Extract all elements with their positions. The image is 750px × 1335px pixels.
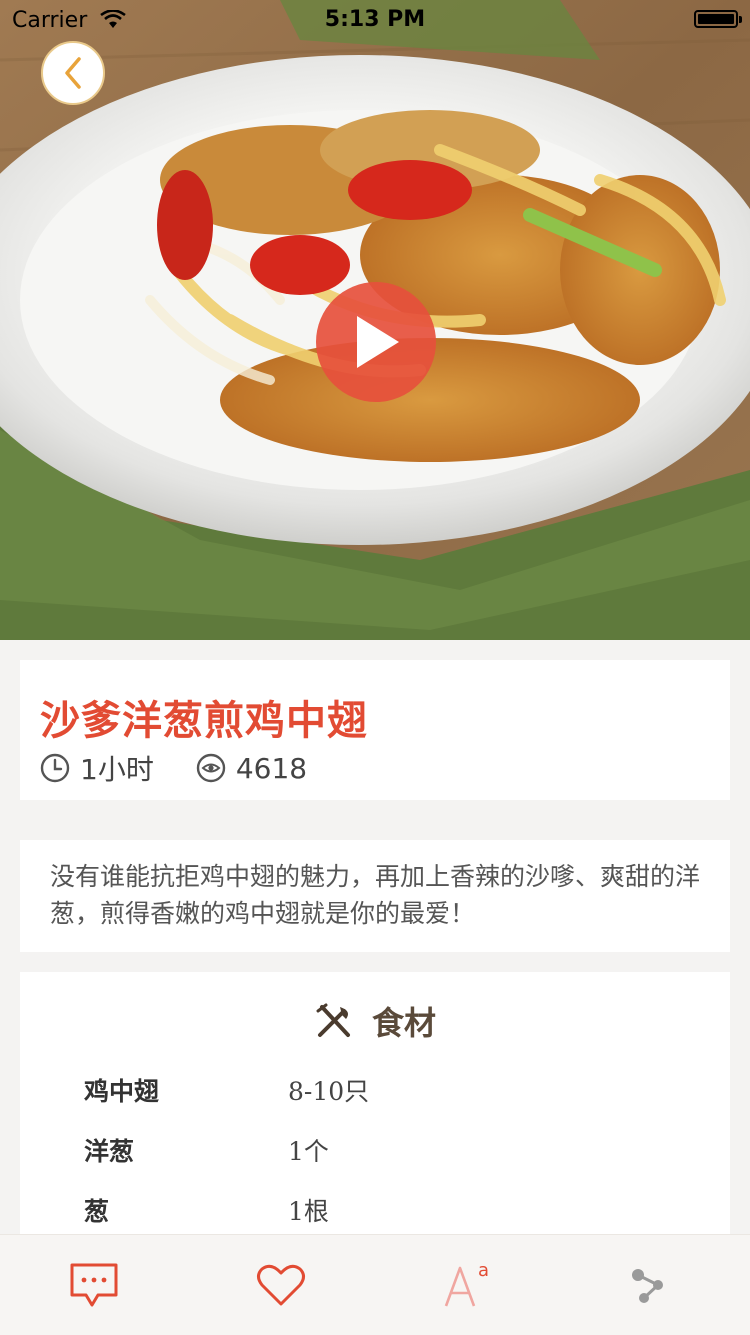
font-size-icon: a xyxy=(444,1260,489,1307)
clock-icon xyxy=(40,753,70,783)
recipe-description: 没有谁能抗拒鸡中翅的魅力，再加上香辣的沙嗲、爽甜的洋葱，煎得香嫩的鸡中翅就是你的… xyxy=(50,862,701,928)
battery-icon xyxy=(694,10,742,28)
ingredient-amount: 8-10只 xyxy=(288,1077,370,1106)
comment-icon xyxy=(70,1263,118,1307)
font-size-button[interactable]: a xyxy=(440,1257,496,1313)
view-count: 4618 xyxy=(196,752,307,785)
comment-button[interactable] xyxy=(66,1257,122,1313)
play-video-button[interactable] xyxy=(316,282,436,402)
ingredient-amount: 1个 xyxy=(288,1137,329,1166)
bottom-toolbar: a xyxy=(0,1234,750,1335)
ingredient-name: 葱 xyxy=(84,1197,110,1226)
ingredient-name: 洋葱 xyxy=(84,1137,135,1166)
recipe-meta: 1小时 4618 xyxy=(40,748,349,788)
recipe-description-card: 没有谁能抗拒鸡中翅的魅力，再加上香辣的沙嗲、爽甜的洋葱，煎得香嫩的鸡中翅就是你的… xyxy=(20,840,730,952)
play-icon xyxy=(357,316,399,368)
back-button[interactable] xyxy=(41,41,105,105)
recipe-summary-card: 沙爹洋葱煎鸡中翅 1小时 4618 xyxy=(20,660,730,800)
view-count-value: 4618 xyxy=(235,751,308,785)
share-button[interactable] xyxy=(620,1257,676,1313)
ingredient-name: 鸡中翅 xyxy=(84,1077,160,1106)
status-time: 5:13 PM xyxy=(324,7,426,32)
ingredients-heading: 食材 xyxy=(20,998,730,1044)
svg-text:a: a xyxy=(478,1260,489,1281)
eye-icon xyxy=(196,753,226,783)
duration: 1小时 xyxy=(40,748,154,788)
status-bar: Carrier 5:13 PM xyxy=(0,0,750,40)
chevron-left-icon xyxy=(65,57,81,89)
ingredients-card: 食材 鸡中翅 8-10只 洋葱 1个 葱 1根 xyxy=(20,972,730,1234)
heart-icon xyxy=(257,1264,305,1306)
utensils-icon xyxy=(316,1003,350,1037)
favorite-button[interactable] xyxy=(253,1257,309,1313)
duration-value: 1小时 xyxy=(80,753,154,786)
ingredient-amount: 1根 xyxy=(288,1197,329,1226)
ingredients-heading-label: 食材 xyxy=(371,1004,436,1042)
share-icon xyxy=(632,1269,663,1303)
recipe-title: 沙爹洋葱煎鸡中翅 xyxy=(40,698,368,744)
